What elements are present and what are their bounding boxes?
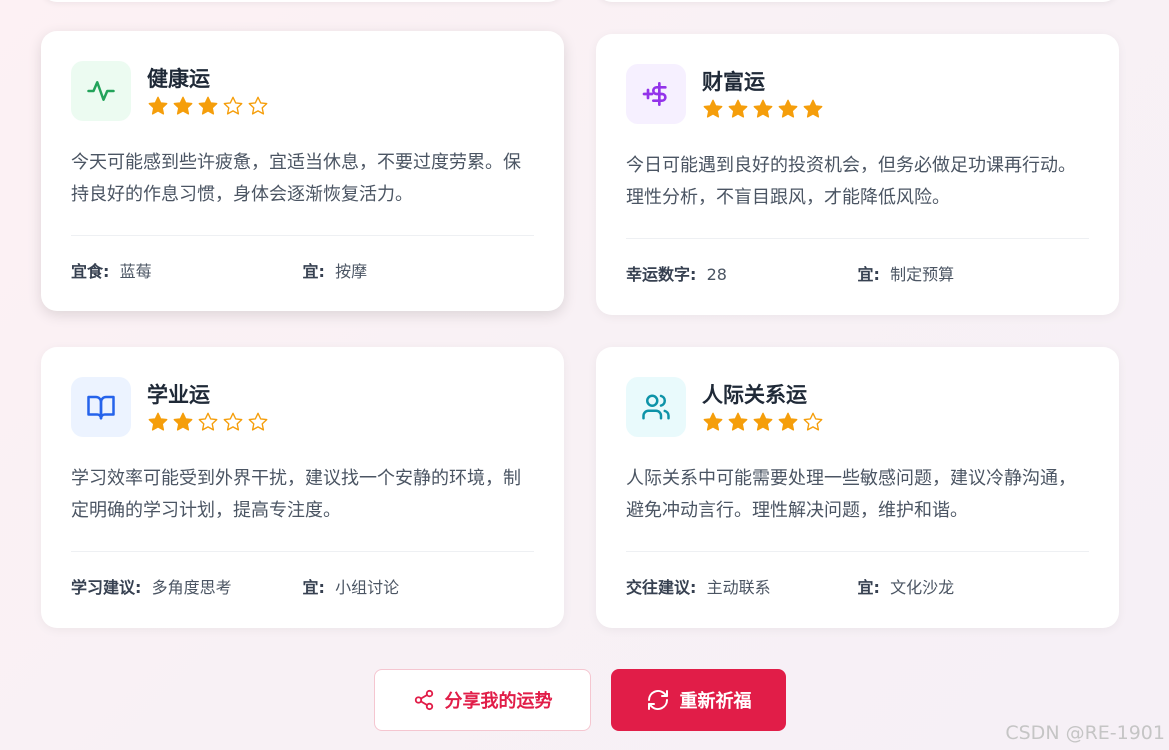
previous-card-bottom-left [41, 0, 564, 2]
card-title: 健康运 [147, 67, 210, 91]
pray-again-button[interactable]: 重新祈福 [611, 669, 786, 731]
meta-item: 宜食: 蓝莓 [71, 258, 303, 282]
share-button-label: 分享我的运势 [444, 691, 553, 712]
star-filled-icon [703, 412, 723, 431]
star-empty-icon [198, 412, 218, 431]
rating-stars [702, 411, 824, 433]
previous-card-bottom-right [596, 0, 1119, 2]
meta-key: 交往建议: [626, 578, 697, 597]
fortune-card-health: 健康运 今天可能感到些许疲惫，宜适当休息，不要过度劳累。保持良好的作息习惯，身体… [41, 31, 564, 311]
star-filled-icon [778, 99, 798, 118]
meta-item: 交往建议: 主动联系 [626, 574, 858, 598]
meta-key: 学习建议: [71, 578, 142, 597]
card-description: 人际关系中可能需要处理一些敏感问题，建议冷静沟通，避免冲动言行。理性解决问题，维… [626, 468, 1076, 521]
card-title: 财富运 [702, 70, 765, 94]
meta-key: 宜: [302, 262, 325, 281]
meta-item: 学习建议: 多角度思考 [71, 574, 303, 598]
refresh-icon [647, 690, 668, 710]
dollar-icon [642, 82, 667, 106]
star-filled-icon [753, 99, 773, 118]
health-icon-box [71, 61, 131, 121]
star-filled-icon [198, 96, 218, 115]
divider [71, 235, 534, 236]
meta-value: 28 [706, 265, 727, 284]
meta-value: 蓝莓 [119, 262, 152, 281]
star-empty-icon [223, 412, 243, 431]
meta-key: 宜: [857, 265, 880, 284]
share-fortune-button[interactable]: 分享我的运势 [374, 669, 591, 731]
rating-stars [702, 98, 824, 120]
relationships-icon-box [626, 377, 686, 437]
star-empty-icon [223, 96, 243, 115]
rating-stars [147, 95, 269, 117]
pulse-icon [87, 81, 115, 101]
card-description: 今天可能感到些许疲惫，宜适当休息，不要过度劳累。保持良好的作息习惯，身体会逐渐恢… [71, 152, 521, 205]
star-filled-icon [728, 412, 748, 431]
meta-value: 按摩 [335, 262, 368, 281]
meta-key: 宜: [302, 578, 325, 597]
share-icon [414, 689, 433, 711]
star-filled-icon [778, 412, 798, 431]
meta-item: 宜: 按摩 [303, 258, 535, 282]
star-filled-icon [753, 412, 773, 431]
star-empty-icon [803, 412, 823, 431]
fortune-card-study: 学业运 学习效率可能受到外界干扰，建议找一个安静的环境，制定明确的学习计划，提高… [41, 347, 564, 628]
card-description: 学习效率可能受到外界干扰，建议找一个安静的环境，制定明确的学习计划，提高专注度。 [71, 468, 521, 521]
meta-value: 多角度思考 [151, 578, 232, 597]
meta-value: 主动联系 [706, 578, 771, 597]
card-description: 今日可能遇到良好的投资机会，但务必做足功课再行动。理性分析，不盲目跟风，才能降低… [626, 155, 1076, 208]
divider [626, 551, 1089, 552]
meta-item: 宜: 制定预算 [858, 261, 1090, 285]
star-filled-icon [803, 99, 823, 118]
star-empty-icon [248, 96, 268, 115]
star-filled-icon [148, 96, 168, 115]
book-icon [87, 395, 115, 420]
wealth-icon-box [626, 64, 686, 124]
fortune-card-relationships: 人际关系运 人际关系中可能需要处理一些敏感问题，建议冷静沟通，避免冲动言行。理性… [596, 347, 1119, 628]
meta-item: 幸运数字: 28 [626, 261, 858, 285]
meta-key: 宜食: [71, 262, 110, 281]
star-filled-icon [728, 99, 748, 118]
card-title: 人际关系运 [702, 383, 807, 407]
meta-value: 文化沙龙 [890, 578, 955, 597]
star-empty-icon [248, 412, 268, 431]
star-filled-icon [173, 412, 193, 431]
pray-again-label: 重新祈福 [679, 691, 752, 712]
study-icon-box [71, 377, 131, 437]
star-filled-icon [703, 99, 723, 118]
meta-value: 小组讨论 [335, 578, 400, 597]
card-title: 学业运 [147, 383, 210, 407]
meta-value: 制定预算 [890, 265, 955, 284]
divider [626, 238, 1089, 239]
rating-stars [147, 411, 269, 433]
meta-key: 幸运数字: [626, 265, 697, 284]
star-filled-icon [173, 96, 193, 115]
fortune-card-wealth: 财富运 今日可能遇到良好的投资机会，但务必做足功课再行动。理性分析，不盲目跟风，… [596, 34, 1119, 315]
divider [71, 551, 534, 552]
meta-item: 宜: 小组讨论 [303, 574, 535, 598]
meta-key: 宜: [857, 578, 880, 597]
users-icon [642, 394, 670, 420]
meta-item: 宜: 文化沙龙 [858, 574, 1090, 598]
star-filled-icon [148, 412, 168, 431]
watermark: CSDN @RE-1901 [1005, 722, 1165, 744]
